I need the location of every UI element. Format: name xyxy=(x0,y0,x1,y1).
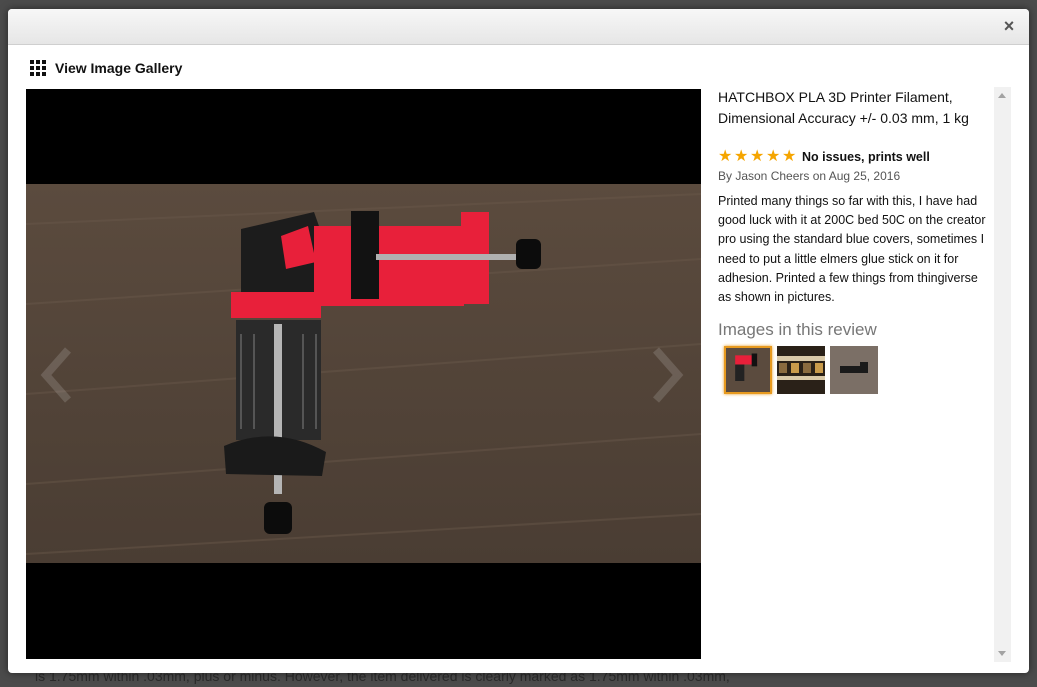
review-detail-panel: HATCHBOX PLA 3D Printer Filament, Dimens… xyxy=(718,87,993,661)
close-icon[interactable]: × xyxy=(1004,16,1015,36)
thumbnail-3[interactable] xyxy=(830,346,878,394)
scroll-down-arrow-icon[interactable] xyxy=(998,651,1006,656)
rating-row: ★ ★ ★ ★ ★ No issues, prints well xyxy=(718,148,930,165)
thumbnail-2-image xyxy=(777,346,825,394)
product-title-link[interactable]: HATCHBOX PLA 3D Printer Filament, Dimens… xyxy=(718,87,993,129)
star-icon: ★ xyxy=(766,148,781,165)
previous-image-button[interactable] xyxy=(38,345,78,405)
star-icon: ★ xyxy=(750,148,765,165)
review-body: Printed many things so far with this, I … xyxy=(718,194,986,305)
scrollbar-thumb[interactable] xyxy=(996,104,1009,645)
star-icon: ★ xyxy=(782,148,797,165)
review-byline: By Jason Cheers on Aug 25, 2016 xyxy=(718,169,901,183)
scroll-up-arrow-icon[interactable] xyxy=(998,93,1006,98)
review-photo-image xyxy=(26,184,701,563)
images-in-review-heading: Images in this review xyxy=(718,320,877,339)
view-image-gallery-label[interactable]: View Image Gallery xyxy=(55,60,182,76)
review-photo xyxy=(26,184,701,563)
star-icon: ★ xyxy=(734,148,749,165)
thumbnail-2[interactable] xyxy=(777,346,825,394)
chevron-left-icon xyxy=(40,347,72,403)
view-image-gallery-link[interactable]: View Image Gallery xyxy=(30,59,182,77)
image-viewer xyxy=(26,89,701,659)
review-image-thumbnails xyxy=(724,346,878,394)
thumbnail-1[interactable] xyxy=(724,346,772,394)
thumbnail-3-image xyxy=(830,346,878,394)
next-image-button[interactable] xyxy=(646,345,686,405)
thumbnail-1-image xyxy=(726,348,770,392)
image-gallery-modal: × View Image Gallery HATCHBOX PLA 3D Pri… xyxy=(8,9,1029,673)
detail-scrollbar[interactable] xyxy=(994,87,1011,662)
modal-header: × xyxy=(8,9,1029,45)
star-icon: ★ xyxy=(718,148,733,165)
review-title[interactable]: No issues, prints well xyxy=(802,150,930,164)
close-button[interactable]: × xyxy=(999,16,1019,36)
star-rating: ★ ★ ★ ★ ★ xyxy=(718,148,797,165)
grid-icon xyxy=(30,60,46,76)
chevron-right-icon xyxy=(652,347,684,403)
